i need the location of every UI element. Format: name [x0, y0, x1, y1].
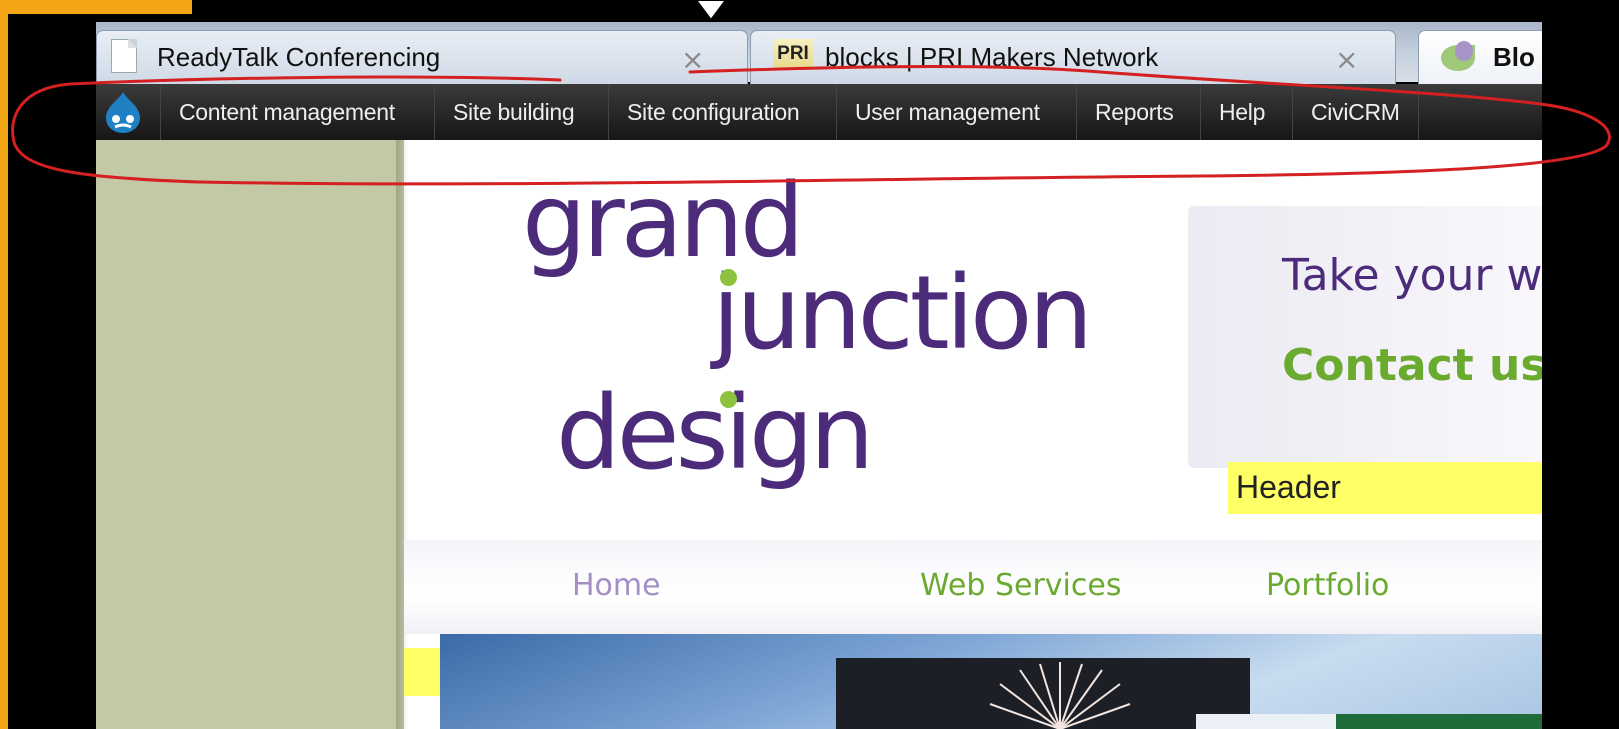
admin-menu-user-management[interactable]: User management	[836, 84, 1058, 140]
tab-title: blocks | PRI Makers Network	[825, 42, 1159, 72]
browser-tab-active[interactable]: Blo	[1418, 30, 1558, 84]
sidebar-shadow	[396, 140, 408, 729]
admin-menu-site-building[interactable]: Site building	[434, 84, 592, 140]
blank-page-icon	[111, 39, 137, 73]
admin-menu-content-management[interactable]: Content management	[160, 84, 413, 140]
site-logo-design[interactable]: design	[556, 374, 874, 493]
nav-link-web-services[interactable]: Web Services	[920, 568, 1121, 603]
admin-menu-site-configuration[interactable]: Site configuration	[608, 84, 817, 140]
cta-tagline: Take your w	[1282, 250, 1543, 301]
tab-title: ReadyTalk Conferencing	[157, 42, 441, 72]
browser-tab-readytalk[interactable]: ReadyTalk Conferencing ×	[96, 30, 748, 84]
region-highlight-strip	[404, 648, 440, 696]
admin-menu-civicrm[interactable]: CiviCRM	[1292, 84, 1419, 140]
tab-drop-indicator-icon	[694, 0, 728, 22]
site-logo-junction[interactable]: junction	[712, 254, 1093, 373]
admin-menu-help[interactable]: Help	[1200, 84, 1283, 140]
pri-favicon-icon: PRI	[773, 39, 813, 69]
close-tab-icon[interactable]: ×	[681, 43, 704, 76]
nav-link-home[interactable]: Home	[572, 568, 661, 603]
nav-link-portfolio[interactable]: Portfolio	[1266, 568, 1389, 603]
tab-title: Blo	[1493, 42, 1535, 72]
logo-green-dot	[720, 391, 737, 408]
close-tab-icon[interactable]: ×	[1335, 43, 1358, 76]
call-to-action-box	[1188, 206, 1542, 468]
contact-us-link[interactable]: Contact us	[1282, 340, 1547, 391]
leaf-favicon-icon	[1441, 41, 1475, 71]
banner-white-panel	[1196, 714, 1336, 729]
header-region-label: Header	[1236, 469, 1341, 505]
browser-tab-strip: ReadyTalk Conferencing × PRI blocks | PR…	[96, 14, 1558, 84]
banner-green-panel	[1336, 714, 1542, 729]
window-frame-top-accent	[0, 0, 192, 14]
drupal-logo-icon[interactable]	[100, 89, 146, 135]
logo-green-dot	[720, 269, 737, 286]
left-sidebar	[96, 140, 404, 729]
browser-tab-pri-blocks[interactable]: PRI blocks | PRI Makers Network ×	[750, 30, 1396, 84]
right-screen-edge	[1542, 0, 1619, 729]
admin-menu-reports[interactable]: Reports	[1076, 84, 1191, 140]
drupal-admin-menu-bar: Content management Site building Site co…	[96, 84, 1542, 140]
fireworks-image	[989, 662, 1131, 729]
left-window-frame	[0, 0, 8, 729]
